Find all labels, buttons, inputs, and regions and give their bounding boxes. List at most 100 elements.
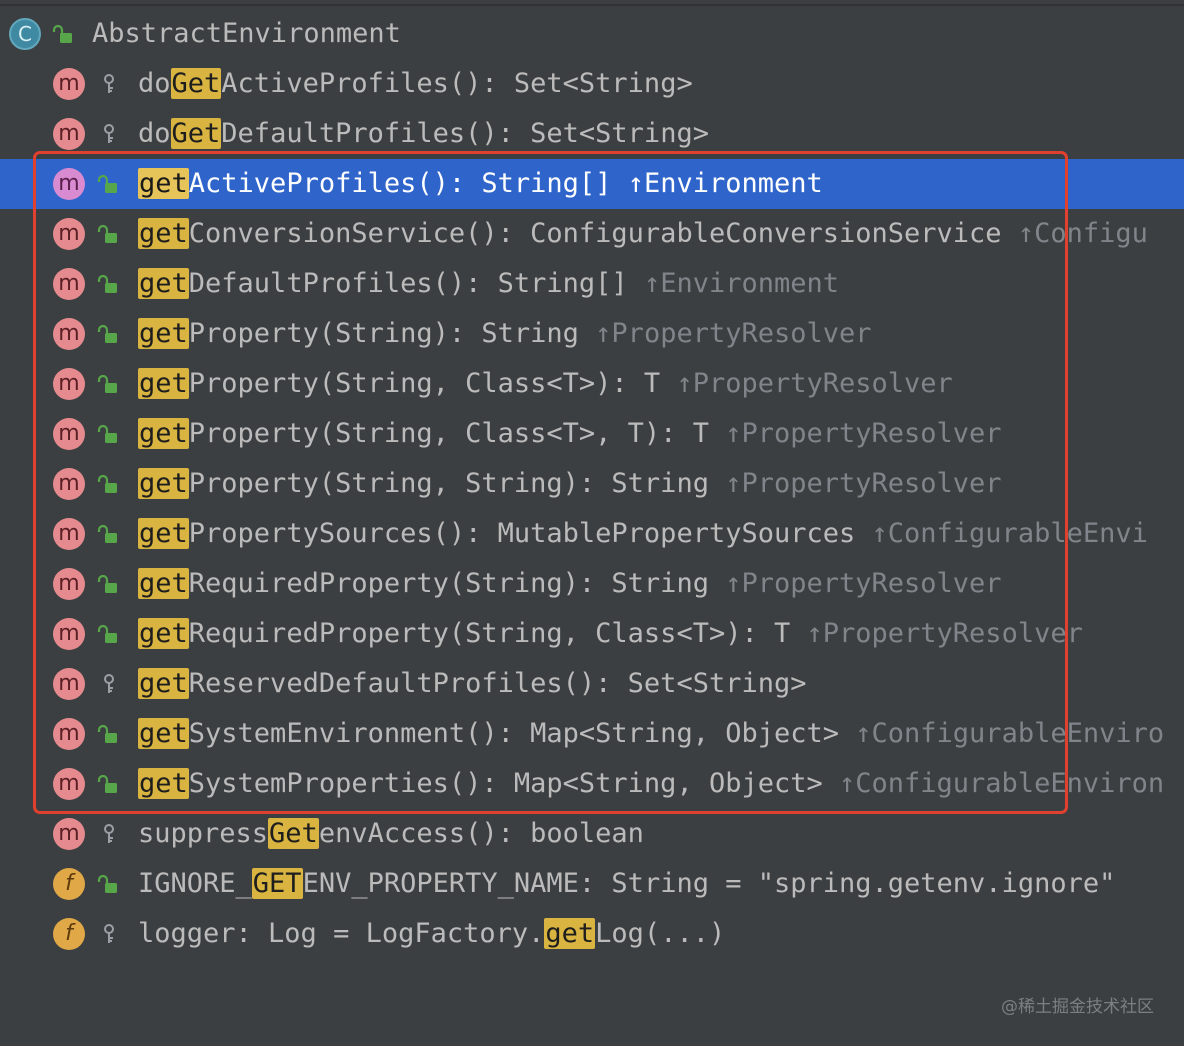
field-item[interactable]: f logger: Log = LogFactory.getLog(...) xyxy=(0,909,1184,959)
search-match-highlight: get xyxy=(138,468,189,499)
structure-popup: C AbstractEnvironment m doGetActiveProfil… xyxy=(0,0,1184,1046)
signature-rest: Property(String): String xyxy=(188,318,596,349)
method-icon: m xyxy=(53,618,85,650)
signature-rest: SystemEnvironment(): Map<String, Object> xyxy=(188,718,856,749)
inherited-from-label: ↑Environment xyxy=(643,268,840,299)
public-lock-icon xyxy=(97,574,117,593)
public-lock-icon xyxy=(97,624,117,643)
public-lock-icon xyxy=(97,274,117,293)
member-signature: getConversionService(): ConfigurableConv… xyxy=(138,209,1148,259)
signature-rest: envAccess(): boolean xyxy=(318,818,644,849)
signature-rest: DefaultProfiles(): String[] xyxy=(188,268,644,299)
member-signature: doGetActiveProfiles(): Set<String> xyxy=(138,59,693,109)
member-signature: getRequiredProperty(String): String ↑Pro… xyxy=(138,559,1002,609)
protected-key-icon xyxy=(104,674,114,693)
search-match-highlight: GET xyxy=(251,868,303,899)
member-signature: doGetDefaultProfiles(): Set<String> xyxy=(138,109,709,159)
search-match-highlight: get xyxy=(138,518,189,549)
method-icon: m xyxy=(53,368,85,400)
signature-rest: ActiveProfiles(): Set<String> xyxy=(221,68,693,99)
signature-rest: RequiredProperty(String, Class<T>): T xyxy=(188,618,807,649)
member-signature: getProperty(String, Class<T>, T): T ↑Pro… xyxy=(138,409,1002,459)
inherited-from-label: ↑ConfigurableEnvi xyxy=(871,518,1148,549)
field-icon: f xyxy=(53,918,85,950)
method-icon: m xyxy=(53,268,85,300)
public-lock-icon xyxy=(97,874,117,893)
signature-rest: ENV_PROPERTY_NAME: String = "spring.gete… xyxy=(302,868,1116,899)
search-match-highlight: get xyxy=(544,918,596,949)
search-match-highlight: get xyxy=(138,568,189,599)
signature-rest: PropertySources(): MutablePropertySource… xyxy=(188,518,872,549)
public-lock-icon xyxy=(97,474,117,493)
member-signature: getSystemEnvironment(): Map<String, Obje… xyxy=(138,709,1164,759)
method-item[interactable]: m suppressGetenvAccess(): boolean xyxy=(0,809,1184,859)
inherited-from-label: ↑PropertyResolver xyxy=(806,618,1083,649)
method-item[interactable]: m doGetActiveProfiles(): Set<String> xyxy=(0,59,1184,109)
method-icon: m xyxy=(53,668,85,700)
signature-rest: SystemProperties(): Map<String, Object> xyxy=(188,768,839,799)
method-icon: m xyxy=(53,118,85,150)
method-item[interactable]: m getProperty(String, Class<T>, T): T ↑Pr… xyxy=(0,409,1184,459)
search-match-highlight: get xyxy=(138,668,189,699)
method-icon: m xyxy=(53,68,85,100)
protected-key-icon xyxy=(104,74,114,93)
method-item[interactable]: m getPropertySources(): MutablePropertySo… xyxy=(0,509,1184,559)
signature-rest: DefaultProfiles(): Set<String> xyxy=(221,118,709,149)
method-icon: m xyxy=(53,168,85,200)
method-item[interactable]: m getActiveProfiles(): String[] ↑Environm… xyxy=(0,159,1184,209)
member-signature: getActiveProfiles(): String[] ↑Environme… xyxy=(138,159,823,209)
public-lock-icon xyxy=(97,374,117,393)
inherited-from-label: ↑ConfigurableEnviro xyxy=(855,718,1165,749)
signature-prefix: suppress xyxy=(138,818,269,849)
method-icon: m xyxy=(53,818,85,850)
method-item[interactable]: m getDefaultProfiles(): String[] ↑Environ… xyxy=(0,259,1184,309)
method-item[interactable]: m getProperty(String, String): String ↑Pr… xyxy=(0,459,1184,509)
search-match-highlight: get xyxy=(138,418,189,449)
class-name: AbstractEnvironment xyxy=(92,18,401,49)
signature-prefix: do xyxy=(138,68,171,99)
inherited-from-label: ↑ConfigurableEnviron xyxy=(839,768,1165,799)
public-lock-icon xyxy=(97,774,117,793)
member-signature: getReservedDefaultProfiles(): Set<String… xyxy=(138,659,807,709)
signature-rest: ConversionService(): ConfigurableConvers… xyxy=(188,218,1018,249)
search-match-highlight: get xyxy=(138,218,189,249)
field-icon: f xyxy=(53,868,85,900)
inherited-from-label: ↑Environment xyxy=(627,168,823,199)
method-item[interactable]: m getReservedDefaultProfiles(): Set<Strin… xyxy=(0,659,1184,709)
search-match-highlight: Get xyxy=(268,818,319,849)
search-match-highlight: get xyxy=(138,718,189,749)
method-icon: m xyxy=(53,218,85,250)
method-item[interactable]: m doGetDefaultProfiles(): Set<String> xyxy=(0,109,1184,159)
inherited-from-label: ↑PropertyResolver xyxy=(725,418,1002,449)
method-icon: m xyxy=(53,318,85,350)
signature-rest: RequiredProperty(String): String xyxy=(188,568,726,599)
top-border xyxy=(0,4,1184,6)
class-icon: C xyxy=(9,18,41,50)
signature-prefix: do xyxy=(138,118,171,149)
method-item[interactable]: m getConversionService(): ConfigurableCon… xyxy=(0,209,1184,259)
method-item[interactable]: m getRequiredProperty(String): String ↑Pr… xyxy=(0,559,1184,609)
method-item[interactable]: m getRequiredProperty(String, Class<T>): … xyxy=(0,609,1184,659)
protected-key-icon xyxy=(104,924,114,943)
member-signature: getDefaultProfiles(): String[] ↑Environm… xyxy=(138,259,839,309)
search-match-highlight: get xyxy=(138,368,189,399)
method-item[interactable]: m getProperty(String, Class<T>): T ↑Prope… xyxy=(0,359,1184,409)
class-row[interactable]: C AbstractEnvironment xyxy=(0,9,1184,59)
method-item[interactable]: m getSystemProperties(): Map<String, Obje… xyxy=(0,759,1184,809)
method-icon: m xyxy=(53,468,85,500)
member-signature: getProperty(String): String ↑PropertyRes… xyxy=(138,309,872,359)
method-item[interactable]: m getSystemEnvironment(): Map<String, Obj… xyxy=(0,709,1184,759)
public-lock-icon xyxy=(97,324,117,343)
method-item[interactable]: m getProperty(String): String ↑PropertyRe… xyxy=(0,309,1184,359)
inherited-from-label: ↑Configu xyxy=(1017,218,1148,249)
member-signature: logger: Log = LogFactory.getLog(...) xyxy=(138,909,725,959)
signature-rest: Property(String, String): String xyxy=(188,468,726,499)
public-lock-icon xyxy=(97,224,117,243)
search-match-highlight: Get xyxy=(170,68,222,99)
watermark: @稀土掘金技术社区 xyxy=(1001,997,1154,1017)
protected-key-icon xyxy=(104,824,114,843)
signature-prefix: IGNORE_ xyxy=(138,868,252,899)
method-icon: m xyxy=(53,568,85,600)
field-item[interactable]: f IGNORE_GETENV_PROPERTY_NAME: String = "… xyxy=(0,859,1184,909)
public-lock-icon xyxy=(97,174,117,193)
